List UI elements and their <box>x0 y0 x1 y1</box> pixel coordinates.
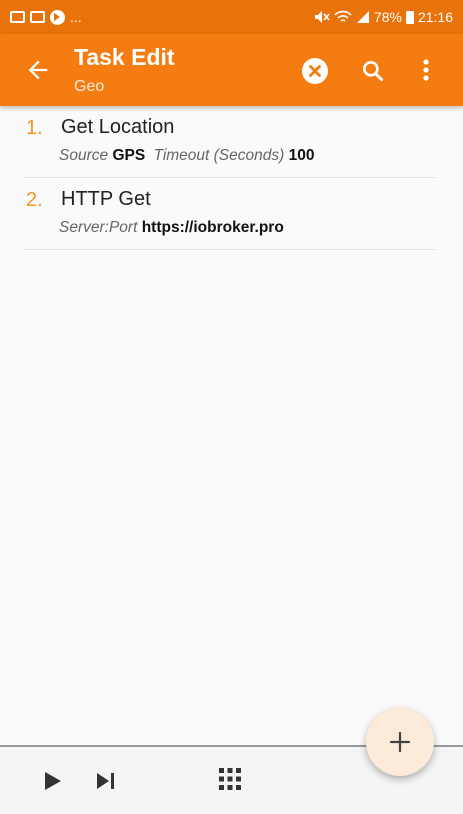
page-subtitle: Geo <box>74 78 105 95</box>
param-label: Timeout (Seconds) <box>153 147 285 164</box>
battery-icon <box>405 10 414 24</box>
add-action-button[interactable] <box>366 708 434 776</box>
action-number: 1. <box>26 117 43 139</box>
param-value: GPS <box>112 147 146 164</box>
navigation-icon <box>50 9 65 25</box>
signal-icon <box>356 11 369 23</box>
action-item-get-location[interactable]: 1. Get Location Source GPS Timeout (Seco… <box>24 106 437 178</box>
param-label: Source <box>59 147 109 164</box>
action-list: 1. Get Location Source GPS Timeout (Seco… <box>0 106 463 250</box>
more-vert-icon[interactable] <box>418 56 434 84</box>
skip-next-icon[interactable] <box>96 770 116 792</box>
notification-overflow: ... <box>70 9 82 25</box>
battery-percent: 78% <box>373 9 402 25</box>
page-title: Task Edit <box>74 44 175 70</box>
grid-icon[interactable] <box>218 767 242 791</box>
action-name: Get Location <box>61 116 175 138</box>
param-value: 100 <box>288 147 315 164</box>
clock: 21:16 <box>417 9 453 25</box>
system-status: 78% 21:16 <box>314 9 453 25</box>
param-label: Server:Port <box>59 219 138 236</box>
close-circle-icon[interactable] <box>302 58 328 84</box>
action-params: Server:Port https://iobroker.pro <box>59 219 288 237</box>
status-bar: ... 78% 21:16 <box>0 0 463 34</box>
notification-icons: ... <box>10 9 82 25</box>
gallery-icon <box>10 11 25 23</box>
mail-icon <box>30 11 45 23</box>
action-number: 2. <box>26 189 43 211</box>
search-icon[interactable] <box>360 58 386 84</box>
mute-icon <box>314 11 330 23</box>
action-params: Source GPS Timeout (Seconds) 100 <box>59 147 318 165</box>
action-item-http-get[interactable]: 2. HTTP Get Server:Port https://iobroker… <box>24 178 437 250</box>
add-icon <box>389 731 411 753</box>
wifi-icon <box>334 10 352 22</box>
toolbar: Task Edit Geo <box>0 34 463 106</box>
arrow-left-icon[interactable] <box>24 56 52 84</box>
action-name: HTTP Get <box>61 188 151 210</box>
play-icon[interactable] <box>43 770 63 792</box>
param-value: https://iobroker.pro <box>141 219 284 236</box>
